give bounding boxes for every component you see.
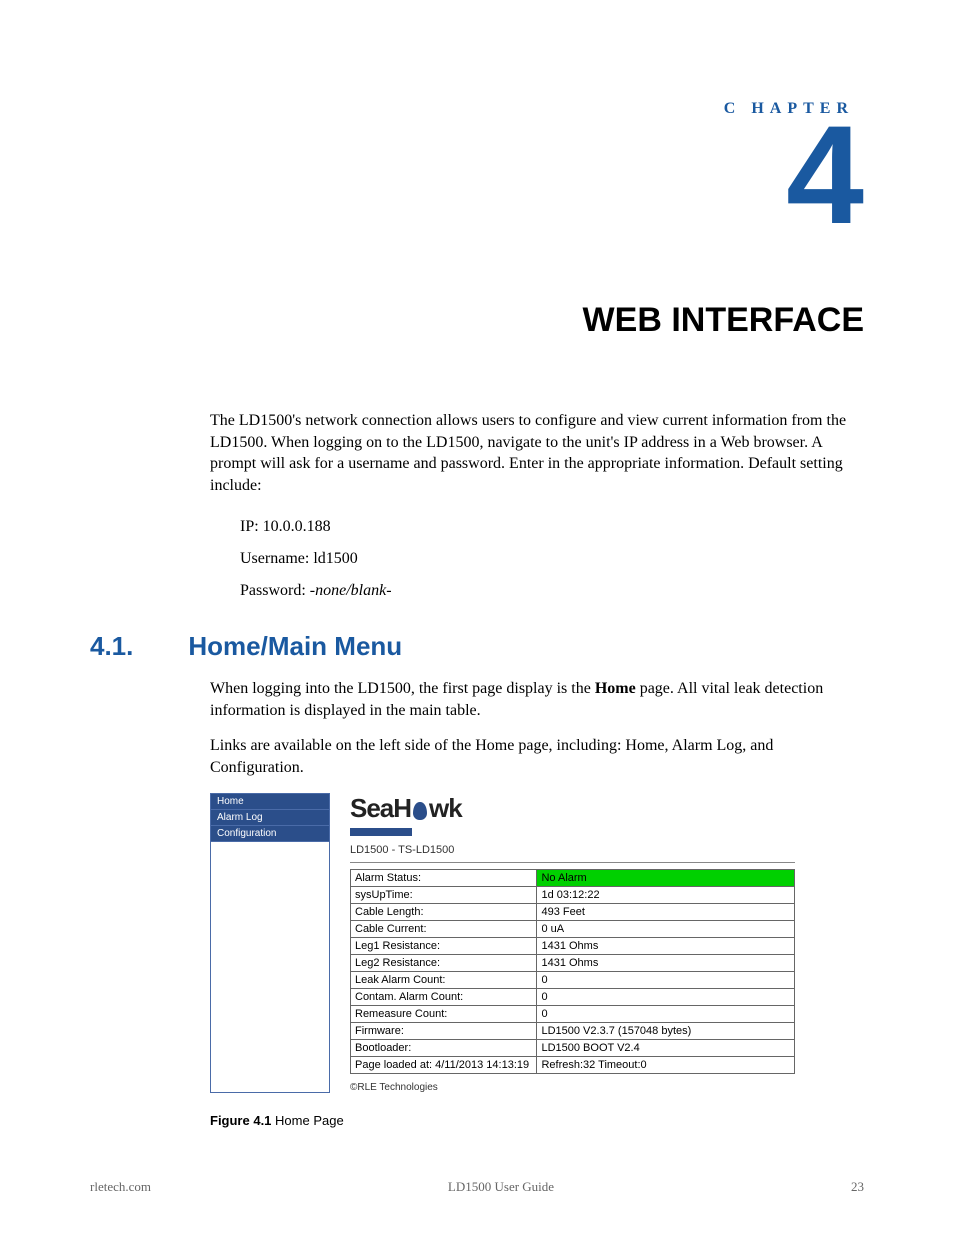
footer-center: LD1500 User Guide <box>448 1179 554 1195</box>
password-value: -none/blank- <box>310 582 392 599</box>
ip-label: IP: <box>240 518 263 535</box>
figure-text: Home Page <box>271 1113 343 1128</box>
table-row: sysUpTime:1d 03:12:22 <box>351 886 795 903</box>
table-row: Firmware:LD1500 V2.3.7 (157048 bytes) <box>351 1022 795 1039</box>
table-row: Remeasure Count:0 <box>351 1005 795 1022</box>
username-value: ld1500 <box>313 550 357 567</box>
status-label: Remeasure Count: <box>351 1005 537 1022</box>
status-value: 493 Feet <box>537 903 795 920</box>
section-number: 4.1. <box>90 631 133 662</box>
status-label: Contam. Alarm Count: <box>351 988 537 1005</box>
status-value: 0 uA <box>537 920 795 937</box>
section-paragraph-1: When logging into the LD1500, the first … <box>210 678 864 721</box>
table-row: Contam. Alarm Count:0 <box>351 988 795 1005</box>
copyright: ©RLE Technologies <box>350 1082 864 1093</box>
status-value: 0 <box>537 988 795 1005</box>
status-label: sysUpTime: <box>351 886 537 903</box>
status-label: Leak Alarm Count: <box>351 971 537 988</box>
main-panel: SeaH wk LD1500 - TS-LD1500 Alarm Status:… <box>330 793 864 1093</box>
status-value: 0 <box>537 1005 795 1022</box>
status-label: Leg1 Resistance: <box>351 937 537 954</box>
nav-configuration[interactable]: Configuration <box>211 826 329 842</box>
home-page-screenshot: Home Alarm Log Configuration SeaH wk LD1… <box>210 793 864 1093</box>
status-value: 1431 Ohms <box>537 954 795 971</box>
status-value: LD1500 BOOT V2.4 <box>537 1039 795 1056</box>
section-paragraph-2: Links are available on the left side of … <box>210 735 864 778</box>
status-label: Leg2 Resistance: <box>351 954 537 971</box>
status-label: Cable Current: <box>351 920 537 937</box>
status-table: Alarm Status:No AlarmsysUpTime:1d 03:12:… <box>350 869 795 1074</box>
chapter-title: WEB INTERFACE <box>90 301 864 340</box>
table-row: Page loaded at: 4/11/2013 14:13:19Refres… <box>351 1056 795 1073</box>
table-row: Leg1 Resistance:1431 Ohms <box>351 937 795 954</box>
section-heading: 4.1. Home/Main Menu <box>90 631 864 662</box>
status-value: LD1500 V2.3.7 (157048 bytes) <box>537 1022 795 1039</box>
logo-text-b: wk <box>429 793 462 824</box>
table-row: Leak Alarm Count:0 <box>351 971 795 988</box>
ip-value: 10.0.0.188 <box>263 518 331 535</box>
side-nav: Home Alarm Log Configuration <box>210 793 330 1093</box>
status-label: Alarm Status: <box>351 869 537 886</box>
status-label: Bootloader: <box>351 1039 537 1056</box>
status-label: Cable Length: <box>351 903 537 920</box>
figure-label: Figure 4.1 <box>210 1113 271 1128</box>
defaults-block: IP: 10.0.0.188 Username: ld1500 Password… <box>240 516 864 601</box>
seahawk-logo: SeaH wk <box>350 793 864 824</box>
table-row: Cable Current:0 uA <box>351 920 795 937</box>
page-footer: rletech.com LD1500 User Guide 23 <box>90 1179 864 1195</box>
status-value: 1d 03:12:22 <box>537 886 795 903</box>
figure: Home Alarm Log Configuration SeaH wk LD1… <box>210 793 864 1128</box>
section-title: Home/Main Menu <box>188 631 402 662</box>
status-value: No Alarm <box>537 869 795 886</box>
home-bold: Home <box>595 680 636 697</box>
footer-right: 23 <box>851 1179 864 1195</box>
logo-underline <box>350 828 412 836</box>
table-row: Alarm Status:No Alarm <box>351 869 795 886</box>
status-value: 1431 Ohms <box>537 937 795 954</box>
password-label: Password: <box>240 582 310 599</box>
table-row: Bootloader:LD1500 BOOT V2.4 <box>351 1039 795 1056</box>
device-name: LD1500 - TS-LD1500 <box>350 844 795 863</box>
chapter-number: 4 <box>90 108 864 241</box>
drop-icon <box>413 802 427 820</box>
status-value: Refresh:32 Timeout:0 <box>537 1056 795 1073</box>
table-row: Leg2 Resistance:1431 Ohms <box>351 954 795 971</box>
nav-alarm-log[interactable]: Alarm Log <box>211 810 329 826</box>
logo-text-a: SeaH <box>350 793 411 824</box>
nav-home[interactable]: Home <box>211 794 329 810</box>
footer-left: rletech.com <box>90 1179 151 1195</box>
status-label: Page loaded at: 4/11/2013 14:13:19 <box>351 1056 537 1073</box>
intro-paragraph: The LD1500's network connection allows u… <box>210 410 864 496</box>
username-label: Username: <box>240 550 313 567</box>
status-value: 0 <box>537 971 795 988</box>
text: When logging into the LD1500, the first … <box>210 680 595 697</box>
figure-caption: Figure 4.1 Home Page <box>210 1113 864 1128</box>
table-row: Cable Length:493 Feet <box>351 903 795 920</box>
status-label: Firmware: <box>351 1022 537 1039</box>
